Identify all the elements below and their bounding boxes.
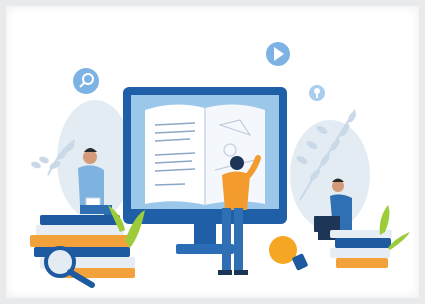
light-bulb [269, 236, 308, 271]
play-icon [266, 42, 290, 66]
illustration-frame [0, 0, 425, 304]
online-learning-illustration [30, 42, 410, 288]
search-icon [73, 68, 99, 94]
lightbulb-icon [309, 85, 325, 101]
